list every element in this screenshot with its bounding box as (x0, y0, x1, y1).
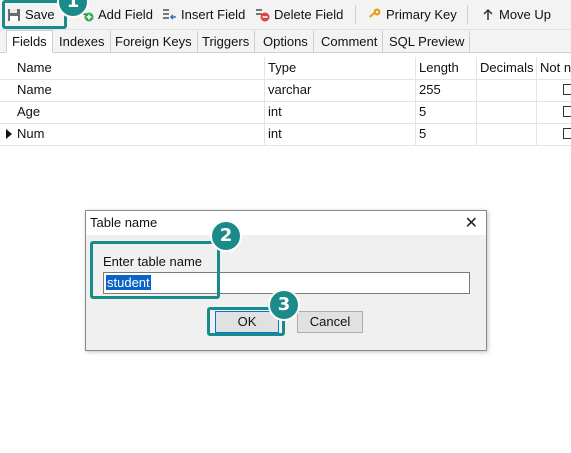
step-badge-2: 2 (210, 220, 242, 252)
delete-field-label: Delete Field (274, 7, 344, 22)
callout-box-table-name (90, 241, 220, 299)
cancel-button[interactable]: Cancel (297, 311, 363, 333)
toolbar-separator (467, 5, 468, 24)
not-null-checkbox[interactable] (563, 84, 571, 95)
primary-key-label: Primary Key (386, 7, 457, 22)
key-icon (367, 7, 382, 22)
delete-field-icon (255, 7, 270, 22)
column-header-decimals[interactable]: Decimals (477, 57, 537, 79)
step-badge-3: 3 (268, 289, 300, 321)
arrow-up-icon (480, 7, 495, 22)
field-decimals-cell[interactable] (477, 79, 537, 101)
field-length-cell[interactable]: 5 (416, 101, 477, 123)
field-decimals-cell[interactable] (477, 101, 537, 123)
field-type-cell[interactable]: int (265, 101, 416, 123)
field-name-cell[interactable]: Num (14, 123, 265, 145)
tab-indexes[interactable]: Indexes (54, 31, 111, 52)
dialog-title-bar: Table name ✕ (86, 211, 486, 235)
column-header-length[interactable]: Length (416, 57, 477, 79)
field-name-cell[interactable]: Age (14, 101, 265, 123)
not-null-checkbox[interactable] (563, 106, 571, 117)
tab-sql-preview[interactable]: SQL Preview (384, 31, 471, 52)
not-null-checkbox[interactable] (563, 128, 571, 139)
table-row[interactable]: Name varchar 255 (0, 79, 571, 102)
field-type-cell[interactable]: varchar (265, 79, 416, 101)
toolbar-separator (355, 5, 356, 24)
field-name-cell[interactable]: Name (14, 79, 265, 101)
dialog-title: Table name (90, 215, 158, 230)
tab-foreign-keys[interactable]: Foreign Keys (110, 31, 198, 52)
add-field-label: Add Field (98, 7, 153, 22)
field-type-cell[interactable]: int (265, 123, 416, 145)
column-header-type[interactable]: Type (265, 57, 416, 79)
field-length-cell[interactable]: 255 (416, 79, 477, 101)
insert-field-icon (162, 7, 177, 22)
close-icon[interactable]: ✕ (465, 213, 478, 233)
move-up-button[interactable]: Move Up (480, 0, 551, 29)
current-row-indicator-icon (6, 129, 12, 139)
tab-comment[interactable]: Comment (316, 31, 384, 52)
table-row[interactable]: Age int 5 (0, 101, 571, 124)
tab-triggers[interactable]: Triggers (197, 31, 256, 52)
insert-field-button[interactable]: Insert Field (162, 0, 245, 29)
field-length-cell[interactable]: 5 (416, 123, 477, 145)
table-row[interactable]: Num int 5 (0, 123, 571, 146)
insert-field-label: Insert Field (181, 7, 246, 22)
tab-fields[interactable]: Fields (6, 30, 53, 53)
tab-options[interactable]: Options (258, 31, 314, 52)
column-header-name[interactable]: Name (14, 57, 265, 79)
delete-field-button[interactable]: Delete Field (255, 0, 343, 29)
primary-key-button[interactable]: Primary Key (367, 0, 457, 29)
move-up-label: Move Up (499, 7, 552, 22)
column-header-not-null[interactable]: Not n (537, 57, 571, 79)
grid-header: Name Type Length Decimals Not n (0, 57, 571, 80)
field-decimals-cell[interactable] (477, 123, 537, 145)
tab-bar: Fields Indexes Foreign Keys Triggers Opt… (0, 30, 571, 53)
add-field-button[interactable]: Add Field (79, 0, 153, 29)
